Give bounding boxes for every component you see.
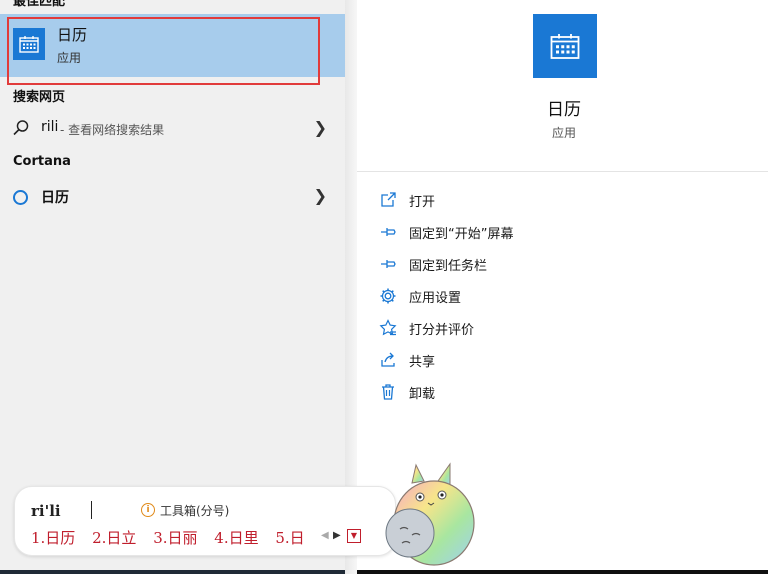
ime-mascot-image [372,461,482,571]
divider [357,171,768,172]
web-search-hint: - 查看网络搜索结果 [60,123,165,137]
action-app-settings[interactable]: 应用设置 [375,283,675,309]
ime-candidate[interactable]: 2.日立 [92,529,136,547]
action-label: 打分并评价 [409,323,475,338]
ime-prev-page-icon[interactable]: ◀ [321,530,329,541]
action-rate-review[interactable]: 打分并评价 [375,315,675,341]
ime-candidate[interactable]: 5.日 [275,529,304,547]
action-label: 应用设置 [409,291,462,306]
pin-icon [379,255,397,273]
ime-candidate[interactable]: 3.日丽 [153,529,197,547]
preview-app-type: 应用 [552,126,577,140]
action-open[interactable]: 打开 [375,187,675,213]
web-search-result[interactable]: rili - 查看网络搜索结果 ❯ [0,114,345,144]
action-label: 卸载 [409,387,436,402]
chevron-right-icon[interactable]: ❯ [314,118,327,137]
trash-icon [379,383,397,401]
open-icon [379,191,397,209]
gear-icon [379,287,397,305]
action-uninstall[interactable]: 卸载 [375,379,675,405]
preview-app-name: 日历 [547,100,581,120]
ime-next-page-icon[interactable]: ▶ [333,530,341,541]
pin-icon [379,223,397,241]
chevron-right-icon[interactable]: ❯ [314,186,327,205]
info-icon[interactable]: i [141,503,155,517]
cortana-icon [13,190,28,205]
ime-toolbox-link[interactable]: 工具箱(分号) [160,502,229,519]
taskbar-edge [0,570,345,574]
action-label: 打开 [409,195,436,210]
action-label: 固定到任务栏 [409,259,488,274]
web-search-query: rili [41,119,59,135]
ime-candidate-list: 1.日历 2.日立 3.日丽 4.日里 5.日 [31,527,317,548]
share-icon [379,351,397,369]
action-label: 共享 [409,355,436,370]
action-label: 固定到“开始”屏幕 [409,227,514,242]
search-icon [12,119,30,141]
action-pin-taskbar[interactable]: 固定到任务栏 [375,251,675,277]
ime-composition-text: ri'li [31,502,61,520]
action-pin-start[interactable]: 固定到“开始”屏幕 [375,219,675,245]
web-search-heading: 搜索网页 [13,90,66,105]
calendar-icon [533,14,597,78]
ime-expand-icon[interactable]: ▼ [347,529,361,543]
best-match-heading: 最佳匹配 [13,0,66,9]
cortana-result[interactable]: 日历 ❯ [0,182,345,212]
star-icon [379,319,397,337]
cortana-heading: Cortana [13,154,71,169]
ime-candidate-window: ri'li i 工具箱(分号) 1.日历 2.日立 3.日丽 4.日里 5.日 … [14,486,396,556]
text-caret [91,501,92,519]
action-share[interactable]: 共享 [375,347,675,373]
cortana-result-label: 日历 [41,190,69,206]
highlight-box [7,17,320,85]
ime-candidate[interactable]: 4.日里 [214,529,258,547]
ime-candidate[interactable]: 1.日历 [31,529,75,547]
